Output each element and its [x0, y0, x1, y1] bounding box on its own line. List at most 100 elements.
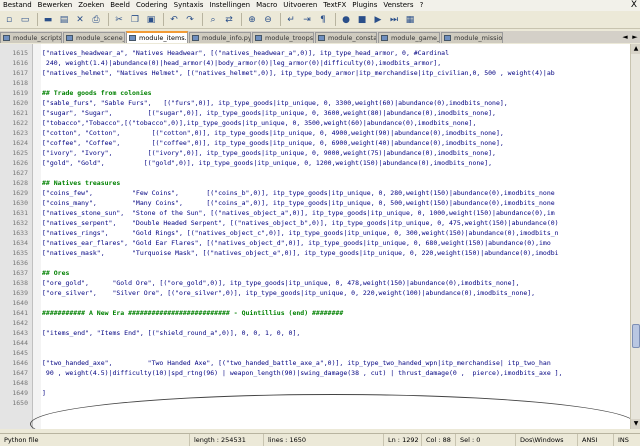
redo-icon[interactable]: ↷ — [183, 13, 197, 27]
tab-0[interactable]: module_scripts.py — [0, 32, 62, 43]
menu-item-10[interactable]: Plugins — [349, 0, 380, 11]
code-text[interactable]: ["natives_stone_sun", "Stone of the Sun"… — [42, 208, 555, 218]
macro-save-icon[interactable]: ▦ — [403, 13, 417, 27]
zoom-in-icon[interactable]: ⊕ — [245, 13, 259, 27]
scroll-thumb[interactable] — [632, 324, 640, 348]
zoom-out-icon[interactable]: ⊖ — [261, 13, 275, 27]
code-text[interactable]: ########### A New Era ##################… — [42, 308, 343, 318]
macro-play-icon[interactable]: ▶ — [371, 13, 385, 27]
find-icon[interactable]: ⌕ — [206, 13, 220, 27]
code-text[interactable]: ["natives_headwear_a", "Natives Headwear… — [42, 48, 449, 58]
toolbar-separator — [108, 13, 109, 26]
copy-icon[interactable]: ❐ — [128, 13, 142, 27]
code-line: 1631 ["natives_stone_sun", "Stone of the … — [0, 208, 630, 218]
tab-7[interactable]: module_mission_t — [441, 32, 503, 43]
toolbar-separator — [202, 13, 203, 26]
print-icon[interactable]: ⎙ — [89, 13, 103, 27]
undo-icon[interactable]: ↶ — [167, 13, 181, 27]
code-line: 1615 ["natives_headwear_a", "Natives Head… — [0, 48, 630, 58]
code-text[interactable]: ["natives_helmet", "Natives Helmet", [("… — [42, 68, 555, 78]
code-text[interactable]: ["sable_furs", "Sable Furs", [("furs",0)… — [42, 98, 508, 108]
code-text[interactable]: 90 , weight(4.5)|difficulty(10)|spd_rtng… — [42, 368, 563, 378]
code-line: 1640 — [0, 298, 630, 308]
menu-item-12[interactable]: ? — [417, 0, 427, 11]
menu-item-1[interactable]: Bewerken — [35, 0, 76, 11]
code-text[interactable]: ["coins_few", "Few Coins", [("coins_b",0… — [42, 188, 555, 198]
code-line: 1627 — [0, 168, 630, 178]
toolbar: ▫ ▭ ▬ ▤ ✕ ⎙ ✂ ❐ ▣ ↶ ↷ ⌕ ⇄ ⊕ ⊖ ↵ ⇥ ¶ ● ■ ▶ ⏭ ▦ — [0, 11, 640, 29]
tab-prev-icon[interactable]: ◄ — [622, 33, 627, 41]
tab-2[interactable]: module_items.py — [126, 31, 188, 43]
code-text[interactable]: 240, weight(1.4)|abundance(0)|head_armor… — [42, 58, 441, 68]
save-all-icon[interactable]: ▤ — [57, 13, 71, 27]
tab-next-icon[interactable]: ► — [632, 33, 637, 41]
file-icon — [129, 35, 136, 41]
code-text[interactable]: ["two_handed_axe", "Two Handed Axe", [("… — [42, 358, 551, 368]
replace-icon[interactable]: ⇄ — [222, 13, 236, 27]
show-all-icon[interactable]: ¶ — [316, 13, 330, 27]
code-text[interactable]: ["tobacco","Tobacco",[("tobacco",0)],itp… — [42, 118, 476, 128]
macro-stop-icon[interactable]: ■ — [355, 13, 369, 27]
open-file-icon[interactable]: ▭ — [18, 13, 32, 27]
code-editor[interactable]: 1615 ["natives_headwear_a", "Natives Head… — [0, 44, 630, 429]
code-text[interactable]: ["coffee", "Coffee", [("coffee",0)], itp… — [42, 138, 504, 148]
menu-item-8[interactable]: Uitvoeren — [280, 0, 320, 11]
code-text[interactable]: ["gold", "Gold", [("gold",0)], itp_type_… — [42, 158, 492, 168]
line-number: 1616 — [12, 59, 28, 67]
menu-item-3[interactable]: Beeld — [107, 0, 133, 11]
code-line: 1642 — [0, 318, 630, 328]
code-text[interactable]: ["cotton", "Cotton", [("cotton",0)], itp… — [42, 128, 504, 138]
menu-item-2[interactable]: Zoeken — [75, 0, 107, 11]
menu-item-7[interactable]: Macro — [253, 0, 280, 11]
tab-4[interactable]: module_troops.py — [252, 32, 314, 43]
code-text[interactable]: ["natives_serpent", "Double Headed Serpe… — [42, 218, 559, 228]
scroll-down-icon[interactable]: ▼ — [631, 419, 640, 429]
cut-icon[interactable]: ✂ — [112, 13, 126, 27]
new-file-icon[interactable]: ▫ — [2, 13, 16, 27]
paste-icon[interactable]: ▣ — [144, 13, 158, 27]
menu-item-4[interactable]: Codering — [133, 0, 171, 11]
tab-3[interactable]: module_info.py — [189, 32, 251, 43]
code-text[interactable]: ## Ores — [42, 268, 69, 278]
line-number: 1630 — [12, 199, 28, 207]
line-number: 1617 — [12, 69, 28, 77]
tab-5[interactable]: module_constants.py — [315, 32, 377, 43]
code-text[interactable]: ["items_end", "Items End", [("shield_rou… — [42, 328, 300, 338]
vertical-scrollbar[interactable]: ▲ ▼ — [630, 44, 640, 429]
code-text[interactable]: ["ivory", "Ivory", [("ivory",0)], itp_ty… — [42, 148, 496, 158]
menu-item-6[interactable]: Instellingen — [206, 0, 253, 11]
line-number: 1640 — [12, 299, 28, 307]
line-number: 1619 — [12, 89, 28, 97]
code-text[interactable]: ["sugar", "Sugar", [("sugar",0)], itp_ty… — [42, 108, 496, 118]
code-text[interactable]: ## Trade goods from colonies — [42, 88, 152, 98]
code-text[interactable]: ["coins_many", "Many Coins", [("coins_a"… — [42, 198, 555, 208]
macro-run-icon[interactable]: ⏭ — [387, 13, 401, 27]
menu-item-0[interactable]: Bestand — [0, 0, 35, 11]
code-text[interactable]: ["natives_mask", "Turquoise Mask", [("na… — [42, 248, 559, 258]
save-icon[interactable]: ▬ — [41, 13, 55, 27]
file-icon — [192, 35, 199, 41]
tab-1[interactable]: module_scene_props.py — [63, 32, 125, 43]
code-text[interactable]: ["ore_gold", "Gold Ore", [("ore_gold",0)… — [42, 278, 519, 288]
code-text[interactable]: ["ore_silver", "Silver Ore", [("ore_silv… — [42, 288, 535, 298]
line-number: 1642 — [12, 319, 28, 327]
menu-item-5[interactable]: Syntaxis — [171, 0, 207, 11]
menu-item-11[interactable]: Vensters — [380, 0, 416, 11]
indent-icon[interactable]: ⇥ — [300, 13, 314, 27]
tab-label: module_constants.py — [328, 34, 377, 42]
menu-item-9[interactable]: TextFX — [320, 0, 349, 11]
code-text[interactable]: ## Natives treasures — [42, 178, 120, 188]
code-line: 1623 ["cotton", "Cotton", [("cotton",0)],… — [0, 128, 630, 138]
close-icon[interactable]: ✕ — [73, 13, 87, 27]
tab-6[interactable]: module_game_menus.py — [378, 32, 440, 43]
code-text[interactable]: ["natives_rings", "Gold Rings", [("nativ… — [42, 228, 559, 238]
scroll-up-icon[interactable]: ▲ — [631, 44, 640, 54]
code-text[interactable]: ["natives_ear_flares", "Gold Ear Flares"… — [42, 238, 551, 248]
file-icon — [444, 35, 451, 41]
close-document-icon[interactable]: X — [631, 0, 637, 11]
code-text[interactable]: ] — [42, 388, 46, 398]
toolbar-separator — [37, 13, 38, 26]
toolbar-separator — [241, 13, 242, 26]
macro-record-icon[interactable]: ● — [339, 13, 353, 27]
wrap-icon[interactable]: ↵ — [284, 13, 298, 27]
